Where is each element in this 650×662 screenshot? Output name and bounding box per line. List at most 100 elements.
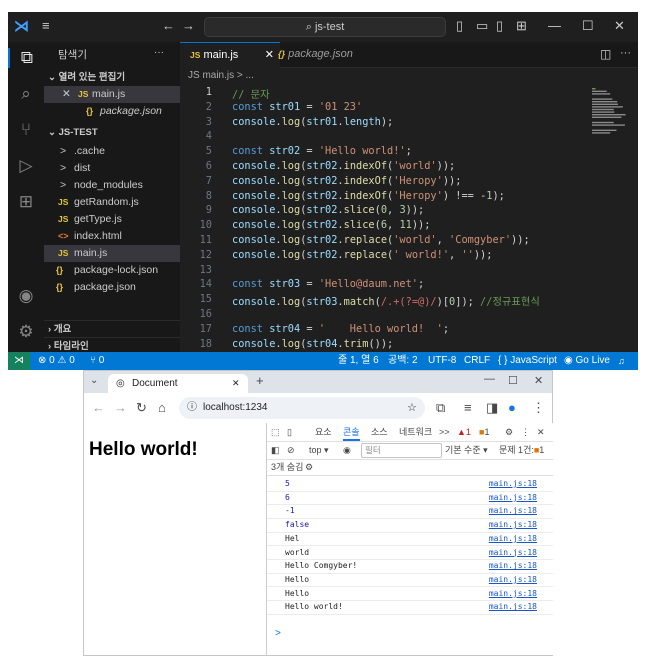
warning-count[interactable]: ▲1 [457, 423, 471, 441]
chrome-menu-icon[interactable]: ⋮ [532, 399, 545, 417]
toggle-secondary-sidebar-icon[interactable]: ▯ [496, 18, 503, 34]
code-line[interactable]: const str01 = '01 23' [232, 101, 362, 113]
tree-item-main-js[interactable]: JS main.js [44, 245, 180, 262]
console-source-link[interactable]: main.js:18 [489, 491, 537, 505]
tab-elements[interactable]: 요소 [315, 423, 332, 441]
breadcrumb[interactable]: JS main.js > ... [188, 68, 254, 84]
console-source-link[interactable]: main.js:18 [489, 504, 537, 518]
notifications-bell-icon[interactable]: ♫ [618, 352, 625, 370]
minimize-icon[interactable]: — [548, 18, 561, 33]
profile-avatar[interactable]: ● [508, 399, 516, 417]
problems-status[interactable]: ⊗ 0 ⚠ 0 [38, 352, 75, 370]
devtools-menu-icon[interactable]: ⋮ [521, 423, 530, 441]
toggle-panel-icon[interactable]: ▭ [476, 18, 488, 34]
minimize-icon[interactable]: — [484, 373, 495, 385]
code-line[interactable]: console.log(str02.indexOf('Heropy') !== … [232, 190, 505, 202]
tab-package-json[interactable]: {} package.json [268, 42, 388, 67]
search-icon[interactable]: ⌕ [16, 84, 36, 104]
reading-list-icon[interactable]: ≡ [464, 399, 472, 417]
close-window-icon[interactable]: ✕ [534, 374, 543, 387]
side-panel-icon[interactable]: ◨ [486, 399, 498, 417]
maximize-icon[interactable]: ☐ [508, 374, 518, 387]
new-tab-button[interactable]: + [256, 373, 264, 388]
tree-item-getrandom[interactable]: JS getRandom.js [44, 194, 180, 211]
remote-icon[interactable]: ⋊ [8, 352, 30, 370]
code-line[interactable]: const str04 = ' Hello world! '; [232, 323, 449, 335]
more-actions-icon[interactable]: ··· [154, 47, 164, 58]
toggle-sidebar-icon[interactable]: ▯ [456, 18, 463, 34]
encoding[interactable]: UTF-8 [428, 352, 456, 370]
line-endings[interactable]: CRLF [464, 352, 490, 370]
forward-arrow-icon[interactable]: → [114, 399, 127, 417]
tab-network[interactable]: 네트워크 [399, 423, 432, 441]
console-source-link[interactable]: main.js:18 [489, 477, 537, 491]
back-arrow-icon[interactable]: ← [162, 18, 175, 33]
open-editors-section[interactable]: ⌄ 열려 있는 편집기 [44, 69, 184, 86]
log-level-selector[interactable]: 기본 수준 ▾ [445, 441, 488, 459]
code-line[interactable]: const str02 = 'Hello world!'; [232, 145, 412, 157]
address-bar[interactable]: ⓘ localhost:1234 ☆ [179, 397, 425, 419]
minimap[interactable] [590, 86, 634, 186]
forward-arrow-icon[interactable]: → [182, 18, 195, 33]
tree-item-dist[interactable]: > dist [44, 160, 180, 177]
split-editor-icon[interactable]: ◫ [600, 47, 611, 61]
live-expression-eye-icon[interactable]: ◉ [343, 441, 351, 459]
console-filter-input[interactable]: 필터 [361, 443, 442, 458]
console-source-link[interactable]: main.js:18 [489, 559, 537, 573]
code-line[interactable]: console.log(str02.replace('world', 'Comg… [232, 234, 530, 246]
language-mode[interactable]: { } JavaScript [498, 352, 557, 370]
close-devtools-icon[interactable]: ✕ [537, 423, 545, 441]
code-line[interactable]: console.log(str03.match(/.+(?=@)/)[0]); … [232, 293, 540, 308]
issues-link[interactable]: 문제 1건:■1 [499, 441, 544, 459]
console-source-link[interactable]: main.js:18 [489, 546, 537, 560]
tree-item-gettype[interactable]: JS getType.js [44, 211, 180, 228]
tab-sources[interactable]: 소스 [371, 423, 388, 441]
site-info-icon[interactable]: ⓘ [187, 397, 197, 419]
reload-icon[interactable]: ↻ [136, 399, 147, 417]
tab-console[interactable]: 콘솔 [343, 423, 360, 441]
console-prompt[interactable]: > [275, 628, 281, 639]
code-line[interactable]: const str03 = 'Hello@daum.net'; [232, 278, 424, 290]
home-icon[interactable]: ⌂ [158, 399, 166, 417]
run-debug-icon[interactable]: ▷ [16, 156, 36, 176]
explorer-icon[interactable]: ⧉ [8, 48, 44, 68]
code-line[interactable]: console.log(str02.indexOf('Heropy')); [232, 175, 461, 187]
close-window-icon[interactable]: ✕ [614, 18, 625, 34]
code-line[interactable]: console.log(str02.indexOf('world')); [232, 160, 455, 172]
code-line[interactable]: // 문자 [232, 86, 270, 101]
open-editor-item[interactable]: ✕ JS main.js [44, 86, 180, 103]
settings-gear-icon[interactable]: ⚙ [16, 322, 36, 342]
code-line[interactable]: console.log(str04.trim()); [232, 338, 393, 350]
customize-layout-icon[interactable]: ⊞ [516, 18, 527, 34]
account-icon[interactable]: ◉ [16, 286, 36, 306]
code-line[interactable]: console.log(str01.length); [232, 116, 393, 128]
ports-status[interactable]: ⑂ 0 [90, 352, 104, 370]
tree-item-node-modules[interactable]: > node_modules [44, 177, 180, 194]
tree-item-package-lock[interactable]: {} package-lock.json [44, 262, 180, 279]
extensions-icon[interactable]: ⧉ [436, 399, 445, 417]
cursor-position[interactable]: 줄 1, 열 6 [338, 352, 379, 370]
bookmark-star-icon[interactable]: ☆ [407, 397, 417, 419]
browser-tab[interactable]: ◎ Document ✕ [108, 374, 248, 393]
menu-icon[interactable]: ≡ [42, 18, 50, 33]
maximize-icon[interactable]: ☐ [582, 18, 594, 34]
more-actions-icon[interactable]: ··· [620, 47, 631, 59]
clear-console-icon[interactable]: ⊘ [287, 441, 295, 459]
back-arrow-icon[interactable]: ← [92, 399, 105, 417]
code-line[interactable]: console.log(str02.replace(' world!', '')… [232, 249, 492, 261]
console-source-link[interactable]: main.js:18 [489, 573, 537, 587]
console-source-link[interactable]: main.js:18 [489, 518, 537, 532]
close-tab-icon[interactable]: ✕ [232, 374, 240, 393]
tree-item-package-json[interactable]: {} package.json [44, 279, 180, 296]
open-editor-item[interactable]: {} package.json [44, 103, 180, 120]
outline-section[interactable]: › 개요 [44, 320, 184, 338]
error-badge[interactable]: ■1 [479, 423, 489, 441]
code-line[interactable]: console.log(str02.slice(0, 3)); [232, 204, 424, 216]
tab-main-js[interactable]: JS main.js ✕ [180, 42, 280, 68]
context-selector[interactable]: top ▾ [309, 441, 329, 459]
sidebar-toggle-icon[interactable]: ◧ [271, 441, 280, 459]
folder-section[interactable]: ⌄ JS-TEST [44, 124, 184, 141]
command-center[interactable]: ⌕ js-test [204, 17, 446, 37]
console-settings-icon[interactable]: ⚙ [305, 459, 313, 475]
extensions-icon[interactable]: ⊞ [16, 192, 36, 212]
